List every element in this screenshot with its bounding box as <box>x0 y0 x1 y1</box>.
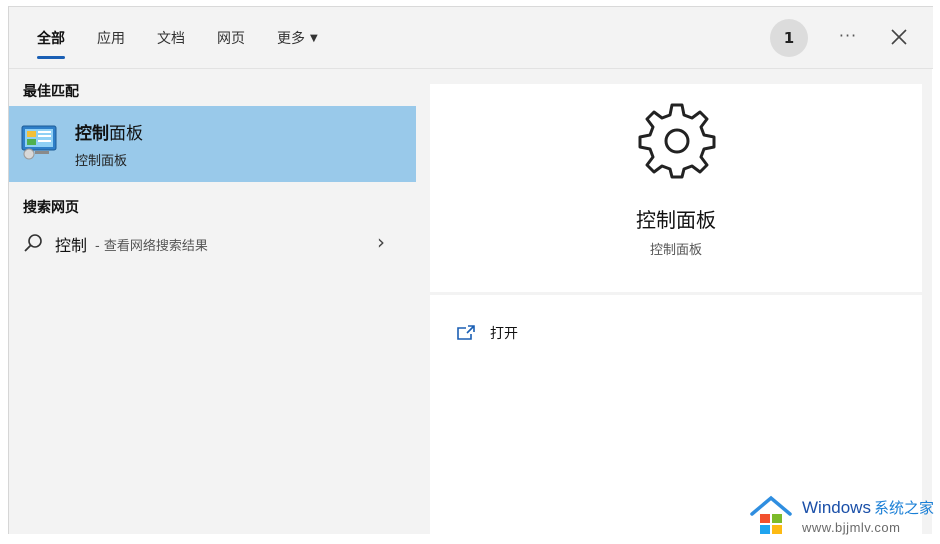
tab-label: 网页 <box>217 31 245 47</box>
chevron-right-icon[interactable]: › <box>377 230 385 254</box>
tab-label: 更多 <box>277 31 305 47</box>
more-options-button[interactable]: ··· <box>835 26 861 50</box>
gear-icon <box>638 103 716 179</box>
close-button[interactable] <box>885 23 913 51</box>
tab-more[interactable]: 更多 ▼ <box>261 7 334 69</box>
watermark-brand-en: Windows <box>802 498 871 517</box>
best-match-result[interactable]: 控制面板 控制面板 <box>9 106 416 182</box>
result-title-rest: 面板 <box>109 124 143 144</box>
search-icon <box>24 234 42 252</box>
tab-label: 文档 <box>157 31 185 47</box>
web-hint: - 查看网络搜索结果 <box>95 239 208 254</box>
watermark-brand-cn: 系统之家 <box>873 500 934 517</box>
watermark-brand: Windows 系统之家 <box>802 497 934 518</box>
tab-web[interactable]: 网页 <box>201 7 261 69</box>
result-subtitle: 控制面板 <box>75 154 128 169</box>
tab-label: 全部 <box>37 31 65 47</box>
tab-label: 应用 <box>97 31 125 47</box>
tab-documents[interactable]: 文档 <box>141 7 201 69</box>
open-icon <box>457 325 475 340</box>
watermark: Windows 系统之家 www.bjjmlv.com <box>748 492 940 542</box>
search-header: 全部 应用 文档 网页 更多 ▼ 1 ··· <box>9 7 933 69</box>
search-window: 全部 应用 文档 网页 更多 ▼ 1 ··· 最佳匹配 控制面板 控制面板 搜索… <box>8 6 933 534</box>
control-panel-icon <box>21 125 57 160</box>
result-title: 控制面板 <box>75 119 143 144</box>
watermark-url: www.bjjmlv.com <box>802 520 901 535</box>
tab-all[interactable]: 全部 <box>21 7 81 69</box>
tab-apps[interactable]: 应用 <box>81 7 141 69</box>
windows-house-logo-icon <box>750 495 792 534</box>
web-search-heading: 搜索网页 <box>23 200 79 216</box>
caret-down-icon: ▼ <box>310 32 318 44</box>
preview-subtitle: 控制面板 <box>649 243 702 258</box>
open-action[interactable]: 打开 <box>456 321 518 345</box>
preview-title: 控制面板 <box>636 208 716 232</box>
tab-bar: 全部 应用 文档 网页 更多 ▼ <box>21 7 334 69</box>
preview-card: 控制面板 控制面板 <box>430 84 922 292</box>
open-label: 打开 <box>490 326 518 342</box>
web-query: 控制 <box>55 236 88 255</box>
close-icon <box>891 29 907 45</box>
results-panel: 最佳匹配 控制面板 控制面板 搜索网页 控制 - 查看网络搜索结果 › <box>9 69 417 534</box>
best-match-heading: 最佳匹配 <box>23 84 79 100</box>
notification-badge[interactable]: 1 <box>770 19 808 57</box>
web-search-result[interactable]: 控制 - 查看网络搜索结果 › <box>9 224 416 260</box>
result-title-match: 控制 <box>75 124 109 144</box>
